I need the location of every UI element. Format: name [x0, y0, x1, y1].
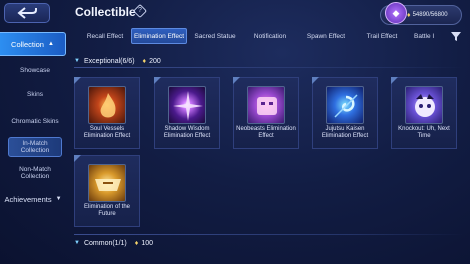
- back-button[interactable]: [4, 3, 50, 23]
- section-divider: [74, 234, 464, 235]
- sidebar-item-in-match-collection[interactable]: In-Match Collection: [8, 137, 62, 157]
- corner-marker-icon: [233, 77, 240, 84]
- rank-badge-icon: ◆: [385, 2, 407, 24]
- effect-thumbnail: [247, 86, 285, 124]
- beast-mask-icon: [257, 97, 277, 115]
- section-header-exceptional: ▼ Exceptional(6/6) ♦ 200: [74, 55, 161, 67]
- coin-icon: ♦: [407, 11, 411, 19]
- currency-value: 54890/56800: [412, 12, 448, 18]
- tab-sacred-statue[interactable]: Sacred Statue: [190, 28, 240, 44]
- effect-thumbnail: [168, 86, 206, 124]
- coin-icon: ♦: [142, 57, 147, 65]
- flame-icon: [100, 93, 116, 118]
- triangle-down-icon: ▼: [74, 58, 80, 64]
- effect-tabs: Recall Effect Elimination Effect Sacred …: [74, 28, 470, 46]
- top-bar: Collectible ? ♦ 54890/56800 ◆: [0, 0, 470, 28]
- chevron-down-icon: ▼: [55, 195, 62, 202]
- page-title: Collectible: [75, 5, 136, 19]
- tab-spawn-effect[interactable]: Spawn Effect: [301, 28, 351, 44]
- sidebar-item-achievements[interactable]: Achievements ▼: [0, 192, 66, 206]
- tab-elimination-effect[interactable]: Elimination Effect: [131, 28, 187, 44]
- tab-notification[interactable]: Notification: [248, 28, 292, 44]
- card-name: Soul Vessels Elimination Effect: [83, 126, 131, 139]
- section-divider: [74, 67, 464, 68]
- character-face-icon: [415, 94, 435, 117]
- back-arrow-icon: [17, 7, 37, 19]
- sidebar: Collection ▲ Showcase Skins Chromatic Sk…: [0, 28, 66, 264]
- effect-card[interactable]: Neobeasts Elimination Effect: [233, 77, 299, 149]
- tab-battle[interactable]: Battle I: [414, 28, 444, 44]
- sidebar-item-collection[interactable]: Collection ▲: [0, 32, 66, 56]
- corner-marker-icon: [154, 77, 161, 84]
- sidebar-item-label: Achievements: [4, 194, 52, 204]
- section-label: Exceptional(6/6): [83, 57, 135, 65]
- sidebar-item-chromatic-skins[interactable]: Chromatic Skins: [8, 112, 62, 130]
- effect-card[interactable]: Soul Vessels Elimination Effect: [74, 77, 140, 149]
- effect-thumbnail: [405, 86, 443, 124]
- sidebar-item-label: Non-Match Collection: [19, 166, 51, 180]
- sidebar-item-showcase[interactable]: Showcase: [8, 64, 62, 76]
- effect-card[interactable]: Shadow Wisdom Elimination Effect: [154, 77, 220, 149]
- section-points: 100: [141, 239, 154, 247]
- triangle-down-icon: ▼: [74, 240, 80, 246]
- corner-marker-icon: [74, 77, 81, 84]
- effect-thumbnail: [88, 164, 126, 202]
- corner-marker-icon: [391, 77, 398, 84]
- card-name: Shadow Wisdom Elimination Effect: [163, 126, 211, 139]
- tab-recall-effect[interactable]: Recall Effect: [80, 28, 130, 44]
- card-name: Neobeasts Elimination Effect: [236, 126, 296, 139]
- filter-icon[interactable]: [449, 29, 463, 43]
- section-label: Common(1/1): [83, 239, 127, 247]
- effect-card[interactable]: Jujutsu Kaisen Elimination Effect: [312, 77, 378, 149]
- chevron-up-icon: ▲: [47, 40, 54, 47]
- sidebar-item-label: Chromatic Skins: [11, 117, 59, 125]
- corner-marker-icon: [312, 77, 319, 84]
- effect-thumbnail: [326, 86, 364, 124]
- sidebar-item-label: Showcase: [20, 66, 50, 74]
- section-points: 200: [149, 57, 161, 65]
- sidebar-item-label: Skins: [27, 90, 43, 98]
- card-name: Elimination of the Future: [83, 204, 131, 217]
- star-burst-icon: [173, 91, 203, 121]
- card-name: Knockout: Uh, Next Time: [398, 126, 450, 139]
- section-header-common: ▼ Common(1/1) ♦ 100: [74, 237, 153, 249]
- corner-marker-icon: [74, 155, 81, 162]
- sidebar-item-skins[interactable]: Skins: [8, 88, 62, 100]
- emblem-icon: [95, 179, 121, 191]
- effect-card[interactable]: Elimination of the Future: [74, 155, 140, 227]
- coin-icon: ♦: [134, 239, 139, 247]
- sidebar-item-label: In-Match Collection: [20, 140, 50, 154]
- tab-trail-effect[interactable]: Trail Effect: [360, 28, 404, 44]
- effect-thumbnail: [88, 86, 126, 124]
- card-name: Jujutsu Kaisen Elimination Effect: [321, 126, 369, 139]
- sidebar-item-label: Collection: [11, 39, 44, 49]
- sidebar-item-non-match-collection[interactable]: Non-Match Collection: [8, 164, 62, 182]
- effect-card[interactable]: Knockout: Uh, Next Time: [391, 77, 457, 149]
- spiral-icon: [334, 94, 358, 118]
